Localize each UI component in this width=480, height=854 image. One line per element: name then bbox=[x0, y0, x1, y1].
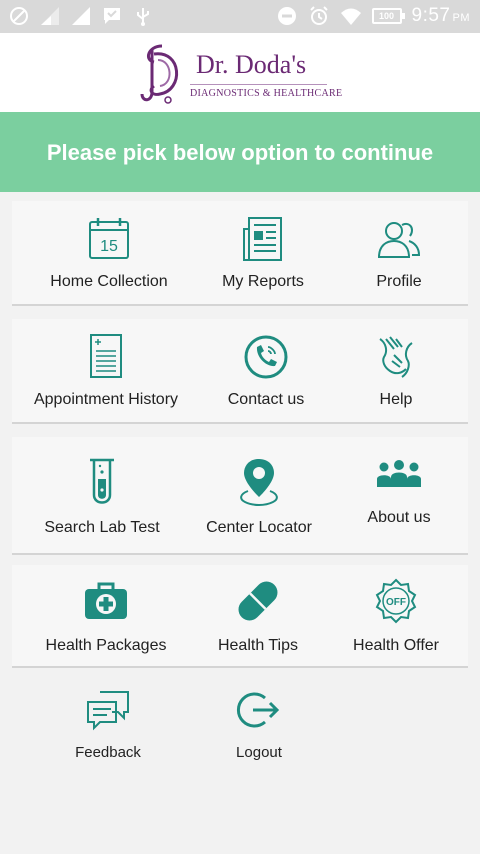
logout-button[interactable]: Logout bbox=[183, 688, 335, 761]
profile-icon bbox=[375, 215, 423, 263]
helping-hand-icon bbox=[372, 333, 420, 381]
appointment-history-button[interactable]: Appointment History bbox=[30, 333, 182, 409]
logout-icon bbox=[235, 688, 283, 732]
search-lab-test-button[interactable]: Search Lab Test bbox=[26, 457, 178, 537]
health-tips-button[interactable]: Health Tips bbox=[182, 577, 334, 655]
battery-icon: 100 bbox=[371, 8, 405, 24]
menu-card-1: 15 Home Collection My Reports Profile bbox=[12, 201, 468, 306]
offer-badge-text: OFF bbox=[386, 597, 406, 608]
feedback-label: Feedback bbox=[75, 744, 141, 761]
menu-card-3: Search Lab Test Center Locator About us bbox=[12, 437, 468, 555]
my-reports-button[interactable]: My Reports bbox=[187, 215, 339, 291]
logo-divider bbox=[190, 84, 327, 85]
logo-subtitle: DIAGNOSTICS & HEALTHCARE bbox=[190, 88, 343, 99]
group-icon bbox=[375, 459, 423, 489]
help-button[interactable]: Help bbox=[320, 333, 472, 409]
logout-label: Logout bbox=[236, 744, 282, 761]
feedback-chat-icon bbox=[84, 688, 132, 732]
profile-button[interactable]: Profile bbox=[323, 215, 475, 291]
home-collection-button[interactable]: 15 Home Collection bbox=[33, 215, 185, 291]
alarm-icon bbox=[309, 6, 328, 25]
reports-icon bbox=[239, 215, 287, 263]
usb-icon bbox=[137, 8, 149, 26]
logo-monogram-icon bbox=[140, 44, 178, 104]
signal-icon bbox=[41, 7, 59, 25]
logo-title: Dr. Doda's bbox=[196, 50, 307, 79]
help-label: Help bbox=[379, 391, 413, 408]
health-packages-button[interactable]: Health Packages bbox=[30, 579, 182, 655]
center-locator-label: Center Locator bbox=[206, 519, 312, 536]
calendar-day: 15 bbox=[100, 238, 118, 255]
clock: 9:57 PM bbox=[411, 5, 470, 26]
location-pin-icon bbox=[235, 457, 283, 507]
blocked-icon bbox=[10, 7, 28, 25]
medical-kit-icon bbox=[82, 579, 130, 623]
home-collection-label: Home Collection bbox=[50, 273, 168, 290]
offer-badge-icon: OFF bbox=[372, 577, 420, 625]
profile-label: Profile bbox=[376, 273, 422, 290]
about-us-button[interactable]: About us bbox=[323, 459, 475, 527]
my-reports-label: My Reports bbox=[222, 273, 304, 290]
about-us-label: About us bbox=[367, 509, 431, 526]
phone-icon bbox=[242, 333, 290, 381]
wifi-icon bbox=[340, 8, 361, 25]
pill-icon bbox=[234, 577, 282, 625]
center-locator-button[interactable]: Center Locator bbox=[183, 457, 335, 537]
health-offer-label: Health Offer bbox=[353, 637, 439, 654]
feedback-button[interactable]: Feedback bbox=[32, 688, 184, 761]
dnd-icon bbox=[277, 7, 296, 25]
appointment-history-label: Appointment History bbox=[33, 391, 179, 408]
instruction-banner: Please pick below option to continue bbox=[0, 112, 480, 192]
test-tube-icon bbox=[78, 457, 126, 507]
message-icon bbox=[104, 8, 120, 24]
signal-icon-2 bbox=[72, 7, 90, 25]
search-lab-test-label: Search Lab Test bbox=[44, 519, 160, 536]
menu-card-2: Appointment History Contact us Help bbox=[12, 319, 468, 424]
health-offer-button[interactable]: OFF Health Offer bbox=[320, 577, 472, 655]
document-list-icon bbox=[82, 333, 130, 381]
status-bar: 100 9:57 PM bbox=[0, 0, 480, 33]
brand-logo: Dr. Doda's DIAGNOSTICS & HEALTHCARE bbox=[138, 40, 348, 108]
menu-card-4: Health Packages Health Tips OFF Health O… bbox=[12, 565, 468, 668]
app-header: Dr. Doda's DIAGNOSTICS & HEALTHCARE bbox=[0, 33, 480, 112]
calendar-icon: 15 bbox=[85, 215, 133, 263]
health-tips-label: Health Tips bbox=[217, 637, 299, 654]
health-packages-label: Health Packages bbox=[45, 637, 167, 654]
